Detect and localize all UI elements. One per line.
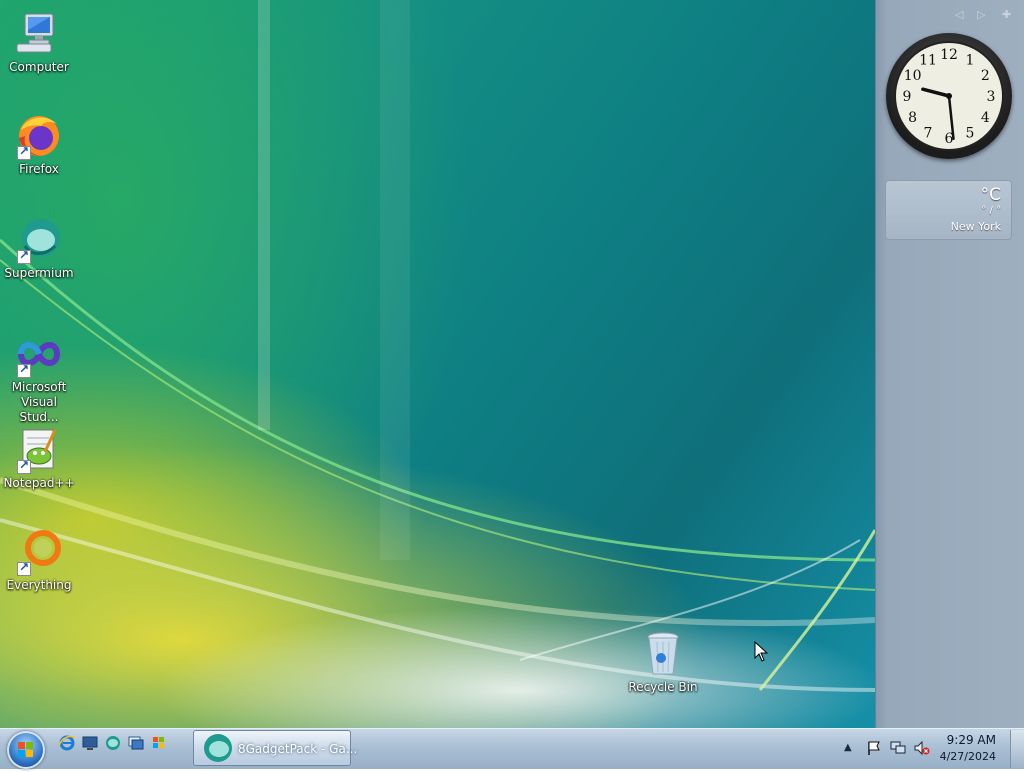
recycle-bin-icon [639,630,687,678]
desktop-icon-label: Supermium [4,266,74,280]
show-hidden-icon[interactable]: ▲ [844,742,860,758]
desktop-icon-firefox[interactable]: Firefox [1,112,77,177]
internet-explorer-icon[interactable] [58,734,76,752]
supermium-icon[interactable] [104,734,122,752]
desktop-icon-computer[interactable]: Computer [1,10,77,75]
add-gadget-icon[interactable]: ✚ [1002,8,1011,21]
clock-gadget[interactable]: 12 1 2 3 4 5 6 7 8 9 10 11 [886,33,1012,159]
show-desktop-button[interactable] [1010,730,1024,768]
desktop[interactable]: Computer Firefox Supermium [0,0,875,728]
firefox-icon [15,112,63,160]
everything-icon [15,528,63,576]
taskbar-button-label: 8GadgetPack - Ga... [238,742,358,756]
shortcut-arrow-icon [17,560,31,576]
desktop-icon-visual-studio[interactable]: Microsoft Visual Stud... [1,330,77,425]
clock-numeral: 3 [987,89,996,105]
clock-numeral: 12 [940,47,958,63]
desktop-icon-supermium[interactable]: Supermium [1,216,77,281]
clock-face: 12 1234567891011 [894,41,1004,151]
clock-numeral: 1 [966,53,975,69]
desktop-icon-everything[interactable]: Everything [1,528,77,593]
next-icon[interactable]: ▷ [977,8,985,21]
desktop-icon-label: Everything [6,578,72,592]
clock-numeral: 10 [904,68,922,84]
supermium-icon [204,734,232,762]
weather-temperature: °C [980,185,1001,205]
clock-numeral: 9 [903,89,912,105]
windows-logo-icon [18,742,33,757]
desktop-icon-label-line2: Visual Stud... [19,395,59,424]
action-center-flag-icon[interactable] [866,740,882,756]
volume-muted-icon[interactable] [914,740,930,756]
taskbar-clock-time[interactable]: 9:29 AM [936,733,996,747]
show-desktop-icon[interactable] [81,734,99,752]
start-button[interactable] [7,731,45,769]
supermium-icon [15,216,63,264]
wallpaper-streaks [0,0,875,692]
clock-numeral: 8 [908,110,917,126]
weather-range: ° / ° [981,205,1001,216]
clock-numeral: 11 [919,53,937,69]
shortcut-arrow-icon [17,458,31,474]
desktop-icon-label: Computer [9,60,69,74]
clock-numeral: 7 [924,125,933,141]
shortcut-arrow-icon [17,144,31,160]
desktop-icon-label: Recycle Bin [628,680,698,694]
clock-numeral: 2 [981,68,990,84]
clock-numeral: 5 [966,125,975,141]
weather-city: New York [950,220,1001,233]
clock-numeral: 4 [981,110,990,126]
visual-studio-icon [15,330,63,378]
mouse-cursor-icon [754,641,769,662]
prev-icon[interactable]: ◁ [955,8,963,21]
desktop-icon-label-line1: Microsoft [11,380,67,394]
computer-icon [15,10,63,58]
weather-gadget[interactable]: °C ° / ° New York [885,180,1012,240]
desktop-icon-notepadpp[interactable]: Notepad++ [1,426,77,491]
windows-flag-icon[interactable] [150,734,168,752]
network-icon[interactable] [890,740,906,756]
shortcut-arrow-icon [17,362,31,378]
desktop-icon-recycle-bin[interactable]: Recycle Bin [625,630,701,695]
notepadpp-icon [15,426,63,474]
taskbar-clock-date[interactable]: 4/27/2024 [936,750,996,763]
switch-windows-icon[interactable] [127,734,145,752]
desktop-icon-label: Firefox [19,162,59,176]
shortcut-arrow-icon [17,248,31,264]
taskbar-button-8gadgetpack[interactable]: 8GadgetPack - Ga... [193,730,357,766]
desktop-icon-label: Notepad++ [3,476,75,490]
